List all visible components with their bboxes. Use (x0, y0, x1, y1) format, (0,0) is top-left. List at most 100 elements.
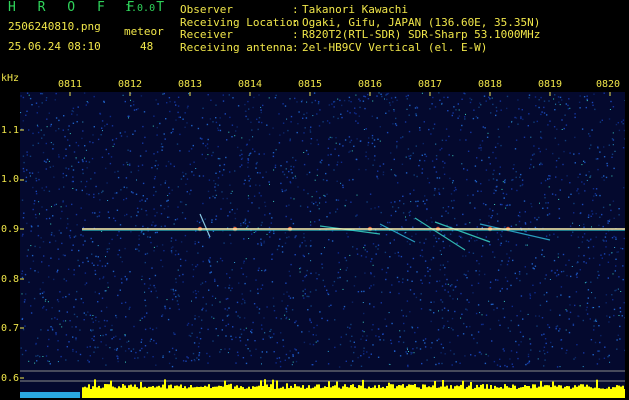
noise-speck (234, 212, 236, 215)
noise-speck (517, 324, 520, 327)
noise-speck (86, 346, 89, 348)
noise-speck (21, 235, 24, 237)
noise-speck (590, 144, 592, 146)
noise-speck (483, 95, 486, 97)
noise-speck (520, 173, 522, 176)
noise-speck (253, 195, 256, 197)
noise-speck (200, 220, 203, 222)
noise-speck (607, 222, 609, 224)
noise-speck (578, 192, 580, 195)
noise-speck (258, 308, 261, 310)
noise-speck (138, 244, 140, 246)
noise-speck (461, 124, 463, 127)
noise-speck (536, 325, 538, 327)
noise-speck (93, 335, 95, 338)
noise-speck (429, 108, 431, 110)
noise-speck (226, 309, 229, 311)
noise-speck (558, 157, 560, 159)
noise-speck (72, 188, 74, 189)
noise-speck (317, 340, 319, 342)
noise-speck (117, 254, 119, 256)
noise-speck (49, 241, 51, 244)
level-bar (164, 379, 166, 398)
level-bar (186, 388, 188, 398)
level-bar (290, 385, 292, 398)
noise-speck (197, 346, 200, 348)
noise-speck (287, 129, 289, 132)
noise-speck (60, 355, 62, 358)
noise-speck (492, 178, 495, 180)
noise-speck (284, 105, 287, 107)
noise-speck (326, 120, 329, 122)
noise-speck (151, 267, 153, 269)
noise-speck (612, 144, 614, 146)
noise-speck (372, 324, 374, 326)
noise-speck (545, 148, 547, 150)
noise-speck (56, 299, 59, 301)
noise-speck (219, 124, 221, 126)
noise-speck (126, 341, 128, 343)
noise-speck (162, 356, 164, 358)
noise-speck (422, 142, 424, 145)
noise-speck (149, 340, 151, 342)
noise-speck (305, 245, 307, 247)
noise-speck (578, 247, 580, 249)
noise-speck (613, 308, 616, 311)
noise-speck (245, 276, 248, 278)
noise-speck (488, 96, 490, 98)
noise-speck (222, 100, 225, 102)
noise-speck (61, 242, 63, 245)
level-bar (426, 387, 428, 398)
noise-speck (618, 208, 620, 210)
noise-speck (90, 330, 93, 332)
noise-speck (473, 337, 475, 340)
noise-speck (102, 357, 104, 360)
noise-speck (574, 356, 577, 359)
noise-speck (62, 254, 65, 256)
noise-speck (97, 301, 99, 303)
noise-speck (316, 324, 318, 327)
noise-speck (285, 308, 288, 310)
noise-speck (208, 179, 211, 181)
noise-speck (237, 105, 240, 107)
noise-speck (280, 165, 282, 167)
noise-speck (372, 264, 374, 266)
noise-speck (538, 147, 540, 150)
noise-speck (292, 355, 294, 357)
noise-speck (541, 249, 544, 251)
noise-speck (284, 190, 286, 192)
noise-speck (554, 194, 557, 196)
noise-speck (338, 366, 341, 368)
level-bar (458, 386, 460, 398)
noise-speck (94, 269, 96, 272)
noise-speck (360, 355, 362, 357)
noise-speck (409, 157, 411, 160)
noise-speck (583, 160, 585, 162)
noise-speck (170, 163, 172, 165)
noise-speck (37, 337, 39, 339)
noise-speck (295, 349, 297, 351)
noise-speck (534, 217, 536, 219)
noise-speck (73, 313, 76, 316)
noise-speck (603, 179, 605, 181)
noise-speck (249, 178, 252, 180)
noise-speck (595, 158, 598, 160)
noise-speck (375, 253, 377, 255)
level-bar (94, 379, 96, 398)
meteor-label: meteor (124, 25, 164, 38)
noise-speck (591, 210, 593, 212)
noise-speck (515, 224, 517, 226)
noise-speck (319, 311, 321, 313)
level-bar (464, 388, 466, 398)
noise-speck (35, 190, 37, 193)
noise-speck (286, 176, 288, 179)
noise-speck (573, 153, 575, 155)
noise-speck (417, 326, 419, 329)
noise-speck (66, 227, 68, 229)
noise-speck (533, 145, 535, 147)
noise-speck (405, 156, 407, 158)
noise-speck (47, 345, 49, 348)
noise-speck (506, 365, 508, 368)
noise-speck (377, 206, 380, 208)
noise-speck (72, 350, 74, 352)
